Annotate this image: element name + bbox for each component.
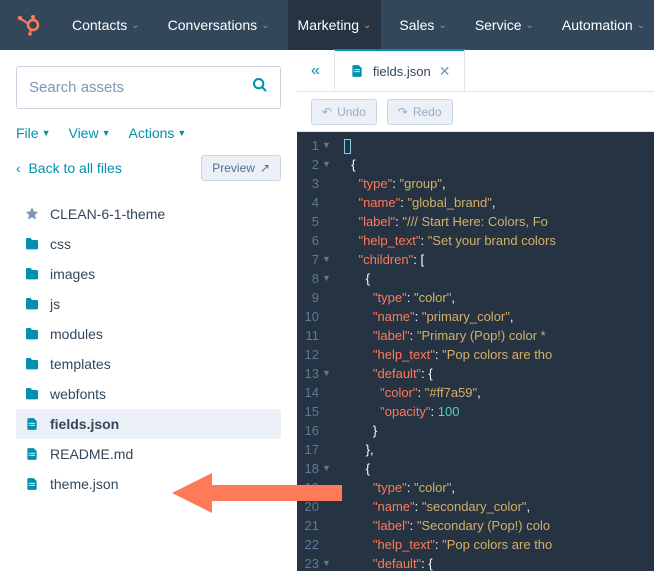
tree-item-clean-6-1-theme[interactable]: CLEAN-6-1-theme (16, 199, 281, 229)
back-to-all-files[interactable]: ‹ Back to all files (16, 160, 122, 176)
undo-button[interactable]: ↶Undo (311, 99, 377, 125)
editor-panel: « fields.json ✕ ↶Undo ↷Redo 1▼2▼34567▼8▼… (297, 50, 654, 571)
undo-icon: ↶ (322, 105, 332, 119)
caret-down-icon: ▼ (42, 128, 51, 138)
tree-item-theme-json[interactable]: theme.json (16, 469, 281, 499)
search-input[interactable] (29, 79, 252, 96)
code-editor[interactable]: 1▼2▼34567▼8▼910111213▼1415161718▼1920212… (297, 132, 654, 571)
folder-icon (24, 326, 40, 342)
nav-automation[interactable]: Automation⌄ (552, 0, 654, 50)
search-icon[interactable] (252, 77, 268, 98)
close-tab-icon[interactable]: ✕ (439, 63, 451, 80)
tree-item-label: README.md (50, 446, 133, 462)
folder-icon (24, 356, 40, 372)
tree-item-label: js (50, 296, 60, 312)
nav-conversations[interactable]: Conversations⌄ (158, 0, 280, 50)
folder-icon (24, 296, 40, 312)
sidebar: File▼ View▼ Actions▼ ‹ Back to all files… (0, 50, 297, 571)
file-icon (24, 476, 40, 492)
tree-item-label: CLEAN-6-1-theme (50, 206, 165, 222)
caret-down-icon: ▼ (177, 128, 186, 138)
view-menu[interactable]: View▼ (68, 125, 110, 141)
chevron-down-icon: ⌄ (637, 20, 645, 31)
chevron-down-icon: ⌄ (526, 20, 534, 31)
tree-item-label: images (50, 266, 95, 282)
collapse-sidebar-button[interactable]: « (297, 62, 334, 80)
nav-marketing[interactable]: Marketing⌄ (288, 0, 382, 50)
search-input-wrap[interactable] (16, 66, 281, 109)
redo-button[interactable]: ↷Redo (387, 99, 453, 125)
file-toolbar: File▼ View▼ Actions▼ (16, 125, 281, 141)
hubspot-logo[interactable] (16, 11, 40, 39)
tree-item-label: templates (50, 356, 111, 372)
editor-tabs: « fields.json ✕ (297, 50, 654, 92)
tree-item-label: fields.json (50, 416, 119, 432)
file-menu[interactable]: File▼ (16, 125, 50, 141)
tab-label: fields.json (373, 64, 431, 79)
file-tree: CLEAN-6-1-theme css images js modules templat… (16, 199, 281, 499)
redo-icon: ↷ (398, 105, 408, 119)
caret-down-icon: ▼ (102, 128, 111, 138)
folder-icon (24, 266, 40, 282)
preview-button[interactable]: Preview↗ (201, 155, 281, 181)
file-icon (24, 416, 40, 432)
external-link-icon: ↗ (260, 161, 270, 175)
tree-item-fields-json[interactable]: fields.json (16, 409, 281, 439)
tree-item-images[interactable]: images (16, 259, 281, 289)
file-icon (349, 63, 365, 79)
tree-item-js[interactable]: js (16, 289, 281, 319)
chevron-down-icon: ⌄ (438, 20, 446, 31)
nav-contacts[interactable]: Contacts⌄ (62, 0, 150, 50)
tree-item-modules[interactable]: modules (16, 319, 281, 349)
top-nav: Contacts⌄ Conversations⌄ Marketing⌄ Sale… (0, 0, 654, 50)
nav-sales[interactable]: Sales⌄ (389, 0, 456, 50)
chevron-down-icon: ⌄ (261, 20, 269, 31)
editor-toolbar: ↶Undo ↷Redo (297, 92, 654, 132)
editor-tab[interactable]: fields.json ✕ (334, 49, 466, 91)
chevron-down-icon: ⌄ (363, 20, 371, 31)
tree-item-label: css (50, 236, 71, 252)
tree-item-webfonts[interactable]: webfonts (16, 379, 281, 409)
nav-service[interactable]: Service⌄ (465, 0, 544, 50)
theme-icon (24, 206, 40, 222)
tree-item-templates[interactable]: templates (16, 349, 281, 379)
tree-item-readme-md[interactable]: README.md (16, 439, 281, 469)
tree-item-label: webfonts (50, 386, 106, 402)
folder-icon (24, 386, 40, 402)
tree-item-label: modules (50, 326, 103, 342)
tree-item-label: theme.json (50, 476, 118, 492)
chevron-down-icon: ⌄ (131, 20, 139, 31)
tree-item-css[interactable]: css (16, 229, 281, 259)
folder-icon (24, 236, 40, 252)
file-icon (24, 446, 40, 462)
actions-menu[interactable]: Actions▼ (129, 125, 187, 141)
